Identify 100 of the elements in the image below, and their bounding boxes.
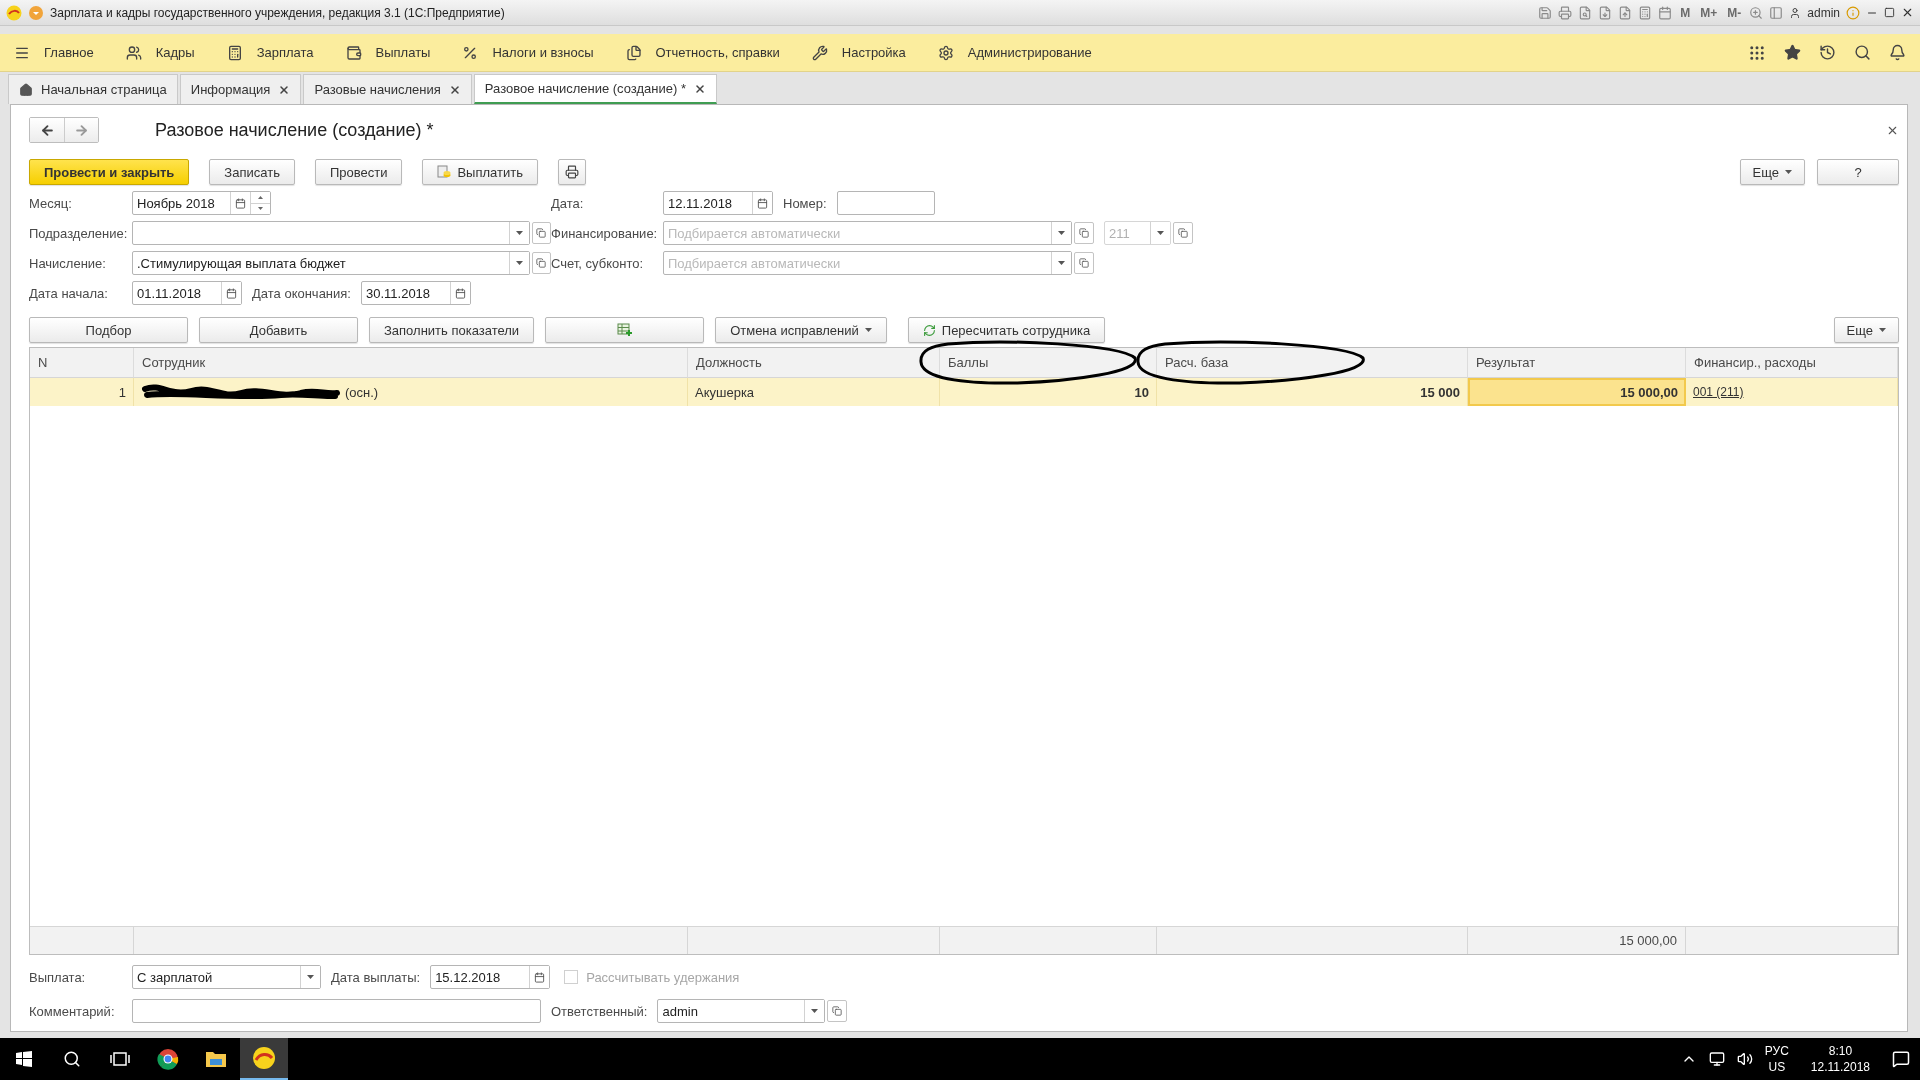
- calendar-button[interactable]: [752, 192, 772, 214]
- download-icon[interactable]: [1598, 5, 1613, 20]
- open-button[interactable]: [1074, 252, 1094, 274]
- close-icon[interactable]: [1901, 6, 1914, 19]
- date-field[interactable]: 30.11.2018: [360, 281, 471, 305]
- column-header[interactable]: Результат: [1468, 348, 1686, 378]
- tab[interactable]: Разовые начисления: [303, 74, 472, 104]
- menu-button[interactable]: Отмена исправлений: [715, 317, 887, 343]
- zoom-icon[interactable]: [1749, 5, 1764, 20]
- open-button[interactable]: [531, 252, 551, 274]
- close-icon[interactable]: [448, 83, 461, 96]
- menu-item[interactable]: Главное: [14, 44, 94, 61]
- network-icon[interactable]: [1708, 1051, 1725, 1067]
- toolbar-button[interactable]: Заполнить показатели: [369, 317, 535, 343]
- menu-item[interactable]: Администрирование: [937, 44, 1092, 61]
- dropdown-button[interactable]: [508, 222, 529, 244]
- notification-icon[interactable]: [1892, 1050, 1910, 1068]
- open-icon: [1079, 228, 1089, 238]
- column-header[interactable]: Сотрудник: [134, 348, 688, 378]
- memory-button[interactable]: M+: [1698, 5, 1720, 20]
- notifications-button[interactable]: [1889, 44, 1906, 61]
- dropdown-button[interactable]: [1051, 222, 1071, 244]
- comment-field[interactable]: [132, 999, 541, 1023]
- open-button[interactable]: [531, 222, 551, 244]
- volume-icon[interactable]: [1736, 1051, 1753, 1067]
- more-button[interactable]: Еще: [1833, 317, 1899, 343]
- save-icon[interactable]: [1538, 5, 1553, 20]
- field-input[interactable]: 01.11.2018: [133, 282, 221, 304]
- print-button[interactable]: [557, 159, 586, 185]
- input-field[interactable]: [836, 191, 935, 215]
- close-icon[interactable]: [694, 82, 706, 95]
- calendar-button[interactable]: [449, 282, 470, 304]
- apps-button[interactable]: [1748, 43, 1766, 62]
- menu-item[interactable]: Зарплата: [226, 44, 314, 61]
- date-field[interactable]: 12.11.2018: [663, 191, 773, 215]
- select-field[interactable]: admin: [657, 999, 826, 1023]
- history-button[interactable]: [1819, 44, 1836, 61]
- toolbar-button[interactable]: Записать: [209, 159, 295, 185]
- field-input[interactable]: admin: [658, 1000, 805, 1022]
- date-field[interactable]: 01.11.2018: [132, 281, 242, 305]
- menu-item[interactable]: Выплаты: [345, 44, 431, 61]
- column-header[interactable]: Расч. база: [1157, 348, 1468, 378]
- field-label: Месяц:: [29, 195, 73, 211]
- post-and-close-button[interactable]: Провести и закрыть: [29, 159, 190, 185]
- upload-icon[interactable]: [1618, 5, 1633, 20]
- toolbar-button[interactable]: Провести: [314, 159, 403, 185]
- calendar-icon[interactable]: [1658, 5, 1673, 20]
- memory-button[interactable]: M-: [1725, 5, 1744, 20]
- memory-button[interactable]: M: [1678, 5, 1693, 20]
- date-field[interactable]: 15.12.2018: [430, 965, 551, 989]
- menu-item[interactable]: Настройка: [811, 44, 906, 61]
- close-icon[interactable]: [278, 83, 291, 96]
- select-field[interactable]: С зарплатой: [132, 965, 321, 989]
- column-header[interactable]: N: [30, 348, 134, 378]
- field-input[interactable]: 12.11.2018: [664, 192, 752, 214]
- dropdown-button[interactable]: [1051, 252, 1071, 274]
- field-input[interactable]: 15.12.2018: [431, 966, 530, 988]
- dropdown-button[interactable]: [804, 1000, 825, 1022]
- field-input[interactable]: 30.11.2018: [361, 282, 450, 304]
- calculator-icon[interactable]: [1638, 5, 1653, 20]
- back-button[interactable]: [30, 118, 64, 142]
- menu-item[interactable]: Отчетность, справки: [625, 44, 780, 61]
- clock[interactable]: 8:10 12.11.2018: [1810, 1043, 1870, 1075]
- financing-link[interactable]: 001 (211): [1693, 385, 1744, 399]
- table-row[interactable]: 1 (осн.) Акушерка 10 15 000 15 000,00 001 (211): [30, 378, 1898, 406]
- print-icon[interactable]: [1558, 5, 1573, 20]
- user-name[interactable]: admin: [1807, 5, 1840, 20]
- wrench-icon: [811, 44, 828, 61]
- column-header[interactable]: Баллы: [940, 348, 1157, 378]
- pay-button[interactable]: Выплатить: [422, 159, 538, 185]
- open-button[interactable]: [1173, 222, 1193, 244]
- open-button[interactable]: [827, 1000, 848, 1022]
- column-header[interactable]: Должность: [688, 348, 940, 378]
- dropdown-button[interactable]: [300, 966, 320, 988]
- maximize-icon[interactable]: [1884, 7, 1895, 18]
- calendar-button[interactable]: [221, 282, 241, 304]
- date-field[interactable]: Ноябрь 2018: [132, 191, 271, 215]
- toolbar-button[interactable]: Подбор: [29, 317, 188, 343]
- toolbar-button[interactable]: Добавить: [199, 317, 358, 343]
- dropdown-button[interactable]: [508, 252, 529, 274]
- recalculate-button[interactable]: Пересчитать сотрудника: [907, 317, 1106, 343]
- field-input[interactable]: С зарплатой: [133, 966, 300, 988]
- tab[interactable]: Информация: [179, 74, 302, 104]
- search-button[interactable]: [1854, 44, 1871, 61]
- language-indicator[interactable]: РУС US: [1764, 1043, 1789, 1075]
- menu-item[interactable]: Налоги и взносы: [462, 44, 594, 61]
- calendar-button[interactable]: [529, 966, 550, 988]
- field-input[interactable]: Ноябрь 2018: [133, 192, 230, 214]
- preview-icon[interactable]: [1578, 5, 1593, 20]
- tab[interactable]: Начальная страница: [8, 74, 178, 104]
- tab[interactable]: Разовое начисление (создание) *: [473, 74, 717, 104]
- taskbar-app[interactable]: [240, 1038, 288, 1080]
- more-button[interactable]: Еще: [1739, 159, 1805, 185]
- menu-item[interactable]: Кадры: [125, 44, 195, 61]
- panel-icon[interactable]: [1769, 5, 1784, 20]
- column-header[interactable]: Финансир., расходы: [1686, 348, 1898, 378]
- field-label: Комментарий:: [29, 1003, 116, 1019]
- open-button[interactable]: [1074, 222, 1094, 244]
- toolbar-button[interactable]: ?: [1817, 159, 1899, 185]
- favorites-button[interactable]: [1784, 44, 1801, 61]
